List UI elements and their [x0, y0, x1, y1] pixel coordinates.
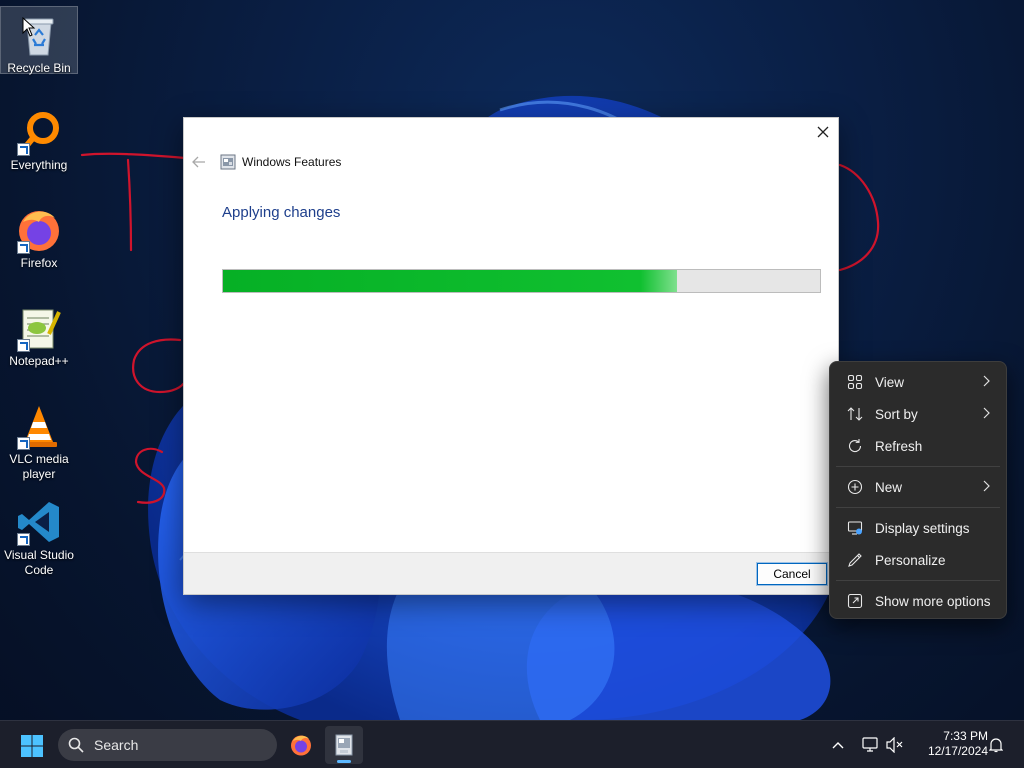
- shortcut-arrow-icon: [17, 339, 30, 352]
- chevron-up-icon: [832, 742, 844, 749]
- menu-item-label: Refresh: [875, 438, 923, 454]
- chevron-right-icon: [983, 407, 990, 419]
- menu-item-personalize[interactable]: Personalize: [834, 544, 1002, 576]
- taskbar-search-box[interactable]: Search: [58, 729, 277, 761]
- menu-item-label: Display settings: [875, 520, 970, 536]
- desktop-icon-notepadpp[interactable]: Notepad++: [0, 300, 78, 369]
- desktop-icon-label: Notepad++: [9, 354, 69, 368]
- progress-bar-fill: [223, 270, 677, 292]
- windows-features-dialog: Windows Features Applying changes Cancel: [183, 117, 839, 595]
- chevron-right-icon: [983, 375, 990, 387]
- vscode-icon: [15, 498, 63, 546]
- mouse-cursor-icon: [22, 17, 36, 37]
- windows-logo-icon: [21, 735, 43, 757]
- show-more-options-icon: [845, 591, 865, 611]
- back-arrow-icon: [192, 156, 205, 168]
- desktop-icon-label: Recycle Bin: [7, 61, 71, 75]
- volume-button[interactable]: [884, 735, 906, 755]
- windows-features-icon: [335, 734, 353, 756]
- shortcut-arrow-icon: [17, 533, 30, 546]
- start-button[interactable]: [18, 733, 46, 759]
- personalize-icon: [845, 550, 865, 570]
- desktop-icon-vscode[interactable]: Visual Studio Code: [0, 494, 78, 578]
- back-button[interactable]: [192, 155, 206, 169]
- desktop-icon-label: Firefox: [20, 256, 58, 270]
- taskbar-clock[interactable]: 7:33 PM 12/17/2024: [912, 729, 988, 759]
- desktop-icon-label: Everything: [10, 158, 68, 172]
- menu-item-label: Personalize: [875, 552, 946, 568]
- desktop-icon-everything[interactable]: Everything: [0, 104, 78, 173]
- menu-separator: [836, 507, 1000, 508]
- search-label: Search: [94, 737, 139, 753]
- menu-item-label: View: [875, 374, 905, 390]
- desktop-icon-label: VLC media player: [9, 452, 69, 481]
- menu-item-label: Show more options: [875, 593, 991, 609]
- notifications-button[interactable]: [986, 735, 1006, 755]
- search-icon: [68, 737, 84, 753]
- desktop-icon-recycle-bin[interactable]: Recycle Bin: [0, 6, 78, 75]
- menu-item-new[interactable]: New: [834, 471, 1002, 503]
- taskbar: Search 7:33 PM 12/17/2024: [0, 720, 1024, 768]
- dialog-nav-bar: Windows Features: [192, 154, 341, 170]
- bell-icon: [989, 738, 1003, 753]
- network-status-button[interactable]: [860, 735, 882, 755]
- new-icon: [845, 477, 865, 497]
- taskbar-app-firefox[interactable]: [282, 726, 320, 764]
- shortcut-arrow-icon: [17, 241, 30, 254]
- chevron-right-icon: [983, 480, 990, 492]
- cancel-button[interactable]: Cancel: [756, 562, 828, 586]
- display-settings-icon: [845, 518, 865, 538]
- everything-icon: [15, 108, 63, 156]
- volume-muted-icon: [886, 737, 903, 753]
- active-app-indicator: [337, 760, 351, 763]
- windows-features-icon: [220, 154, 236, 170]
- menu-item-label: Sort by: [875, 406, 918, 422]
- view-icon: [845, 372, 865, 392]
- menu-separator: [836, 580, 1000, 581]
- progress-bar: [222, 269, 821, 293]
- menu-item-display-settings[interactable]: Display settings: [834, 512, 1002, 544]
- network-icon: [862, 737, 878, 752]
- shortcut-arrow-icon: [17, 143, 30, 156]
- vlc-icon: [15, 402, 63, 450]
- close-icon: [817, 126, 829, 138]
- desktop-icon-label: Visual Studio Code: [4, 548, 74, 577]
- menu-item-show-more-options[interactable]: Show more options: [834, 585, 1002, 617]
- dialog-footer: Cancel: [184, 552, 838, 594]
- shortcut-arrow-icon: [17, 437, 30, 450]
- taskbar-app-windows-features[interactable]: [325, 726, 363, 764]
- notepadpp-icon: [15, 304, 63, 352]
- sort-icon: [845, 404, 865, 424]
- desktop-icon-firefox[interactable]: Firefox: [0, 202, 78, 271]
- dialog-title: Windows Features: [242, 155, 342, 169]
- menu-separator: [836, 466, 1000, 467]
- firefox-icon: [15, 206, 63, 254]
- clock-date: 12/17/2024: [927, 744, 988, 758]
- show-hidden-icons-button[interactable]: [828, 735, 848, 755]
- clock-time: 7:33 PM: [943, 729, 988, 743]
- desktop-icon-vlc[interactable]: VLC media player: [0, 398, 78, 482]
- firefox-icon: [291, 735, 311, 756]
- desktop-context-menu: View Sort by Refresh New Display setting…: [829, 361, 1007, 619]
- applying-changes-heading: Applying changes: [222, 204, 341, 221]
- menu-item-view[interactable]: View: [834, 366, 1002, 398]
- refresh-icon: [845, 436, 865, 456]
- menu-item-sort-by[interactable]: Sort by: [834, 398, 1002, 430]
- close-button[interactable]: [808, 118, 838, 146]
- menu-item-refresh[interactable]: Refresh: [834, 430, 1002, 462]
- menu-item-label: New: [875, 479, 903, 495]
